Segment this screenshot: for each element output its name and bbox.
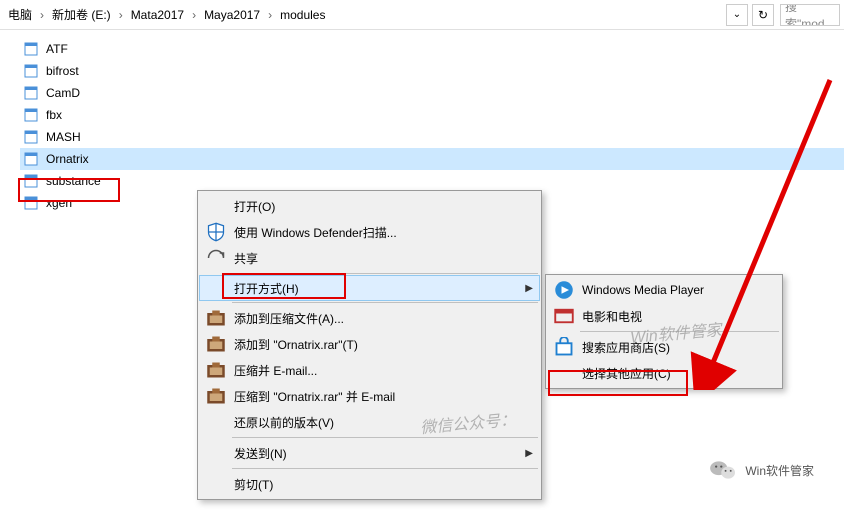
menu-label: 压缩到 "Ornatrix.rar" 并 E-mail: [234, 388, 395, 405]
menu-label: 添加到 "Ornatrix.rar"(T): [234, 336, 358, 353]
winrar-icon: [206, 386, 226, 406]
file-name: xgen: [46, 196, 72, 210]
menu-label: 打开(O): [234, 198, 275, 215]
file-item[interactable]: MASH: [20, 126, 844, 148]
wmp-icon: [554, 280, 574, 300]
search-input[interactable]: 搜索"mod: [780, 4, 840, 26]
winrar-icon: [206, 334, 226, 354]
menu-compress-email[interactable]: 压缩并 E-mail...: [200, 357, 539, 383]
breadcrumb-item[interactable]: 电脑: [4, 4, 36, 25]
chevron-right-icon: ›: [266, 8, 274, 22]
menu-label: 使用 Windows Defender扫描...: [234, 224, 397, 241]
chevron-down-icon: ⌄: [733, 9, 741, 20]
menu-restore-previous[interactable]: 还原以前的版本(V): [200, 409, 539, 435]
winrar-icon: [206, 308, 226, 328]
movies-tv-icon: [554, 306, 574, 326]
file-name: ATF: [46, 42, 68, 56]
file-icon: [24, 129, 40, 145]
menu-label: 压缩并 E-mail...: [234, 362, 317, 379]
menu-defender-scan[interactable]: 使用 Windows Defender扫描...: [200, 219, 539, 245]
badge-label: Win软件管家: [745, 462, 814, 479]
file-item[interactable]: ATF: [20, 38, 844, 60]
file-icon: [24, 85, 40, 101]
menu-label: 添加到压缩文件(A)...: [234, 310, 344, 327]
refresh-button[interactable]: ↻: [752, 4, 774, 26]
file-icon: [24, 151, 40, 167]
dropdown-button[interactable]: ⌄: [726, 4, 748, 26]
menu-label: 搜索应用商店(S): [582, 339, 670, 356]
wechat-badge: Win软件管家: [709, 458, 814, 482]
file-item[interactable]: substance: [20, 170, 844, 192]
menu-separator: [580, 331, 779, 332]
chevron-right-icon: ›: [38, 8, 46, 22]
file-name: Ornatrix: [46, 152, 89, 166]
menu-compress-rar-email[interactable]: 压缩到 "Ornatrix.rar" 并 E-mail: [200, 383, 539, 409]
submenu-movies-tv[interactable]: 电影和电视: [548, 303, 780, 329]
menu-separator: [232, 302, 538, 303]
file-icon: [24, 173, 40, 189]
breadcrumb-item[interactable]: modules: [276, 6, 329, 24]
context-menu: 打开(O) 使用 Windows Defender扫描... 共享 打开方式(H…: [197, 190, 542, 500]
menu-add-archive[interactable]: 添加到压缩文件(A)...: [200, 305, 539, 331]
submenu-wmp[interactable]: Windows Media Player: [548, 277, 780, 303]
menu-label: 共享: [234, 250, 258, 267]
refresh-icon: ↻: [758, 8, 768, 22]
file-icon: [24, 41, 40, 57]
menu-label: Windows Media Player: [582, 283, 704, 297]
chevron-right-icon: ›: [117, 8, 125, 22]
menu-add-to-rar[interactable]: 添加到 "Ornatrix.rar"(T): [200, 331, 539, 357]
file-item[interactable]: CamD: [20, 82, 844, 104]
file-icon: [24, 107, 40, 123]
file-icon: [24, 63, 40, 79]
file-item[interactable]: fbx: [20, 104, 844, 126]
chevron-right-icon: ▶: [525, 283, 533, 294]
menu-label: 发送到(N): [234, 445, 287, 462]
winrar-icon: [206, 360, 226, 380]
file-name: CamD: [46, 86, 80, 100]
file-list: ATF bifrost CamD fbx MASH Ornatrix subst…: [0, 30, 844, 214]
menu-separator: [232, 273, 538, 274]
wechat-icon: [709, 458, 737, 482]
file-icon: [24, 195, 40, 211]
file-item[interactable]: Ornatrix: [20, 148, 844, 170]
file-name: MASH: [46, 130, 81, 144]
breadcrumb-bar: 电脑 › 新加卷 (E:) › Mata2017 › Maya2017 › mo…: [0, 0, 844, 30]
menu-label: 选择其他应用(C): [582, 365, 671, 382]
share-icon: [206, 248, 226, 268]
menu-open-with[interactable]: 打开方式(H) ▶: [199, 275, 540, 301]
menu-open[interactable]: 打开(O): [200, 193, 539, 219]
breadcrumb-item[interactable]: Mata2017: [127, 6, 188, 24]
menu-label: 电影和电视: [582, 308, 642, 325]
submenu-search-store[interactable]: 搜索应用商店(S): [548, 334, 780, 360]
submenu-choose-another[interactable]: 选择其他应用(C): [548, 360, 780, 386]
file-item[interactable]: bifrost: [20, 60, 844, 82]
breadcrumb-item[interactable]: Maya2017: [200, 6, 264, 24]
chevron-right-icon: ›: [190, 8, 198, 22]
menu-separator: [232, 468, 538, 469]
menu-label: 剪切(T): [234, 476, 273, 493]
menu-send-to[interactable]: 发送到(N) ▶: [200, 440, 539, 466]
shield-icon: [206, 222, 226, 242]
store-icon: [554, 337, 574, 357]
file-name: fbx: [46, 108, 62, 122]
chevron-right-icon: ▶: [525, 448, 533, 459]
menu-label: 打开方式(H): [234, 280, 299, 297]
breadcrumb-item[interactable]: 新加卷 (E:): [48, 4, 115, 25]
submenu-open-with: Windows Media Player 电影和电视 搜索应用商店(S) 选择其…: [545, 274, 783, 389]
menu-share[interactable]: 共享: [200, 245, 539, 271]
menu-cut[interactable]: 剪切(T): [200, 471, 539, 497]
file-name: bifrost: [46, 64, 79, 78]
search-placeholder: 搜索"mod: [785, 4, 835, 26]
menu-label: 还原以前的版本(V): [234, 414, 334, 431]
file-name: substance: [46, 174, 101, 188]
menu-separator: [232, 437, 538, 438]
